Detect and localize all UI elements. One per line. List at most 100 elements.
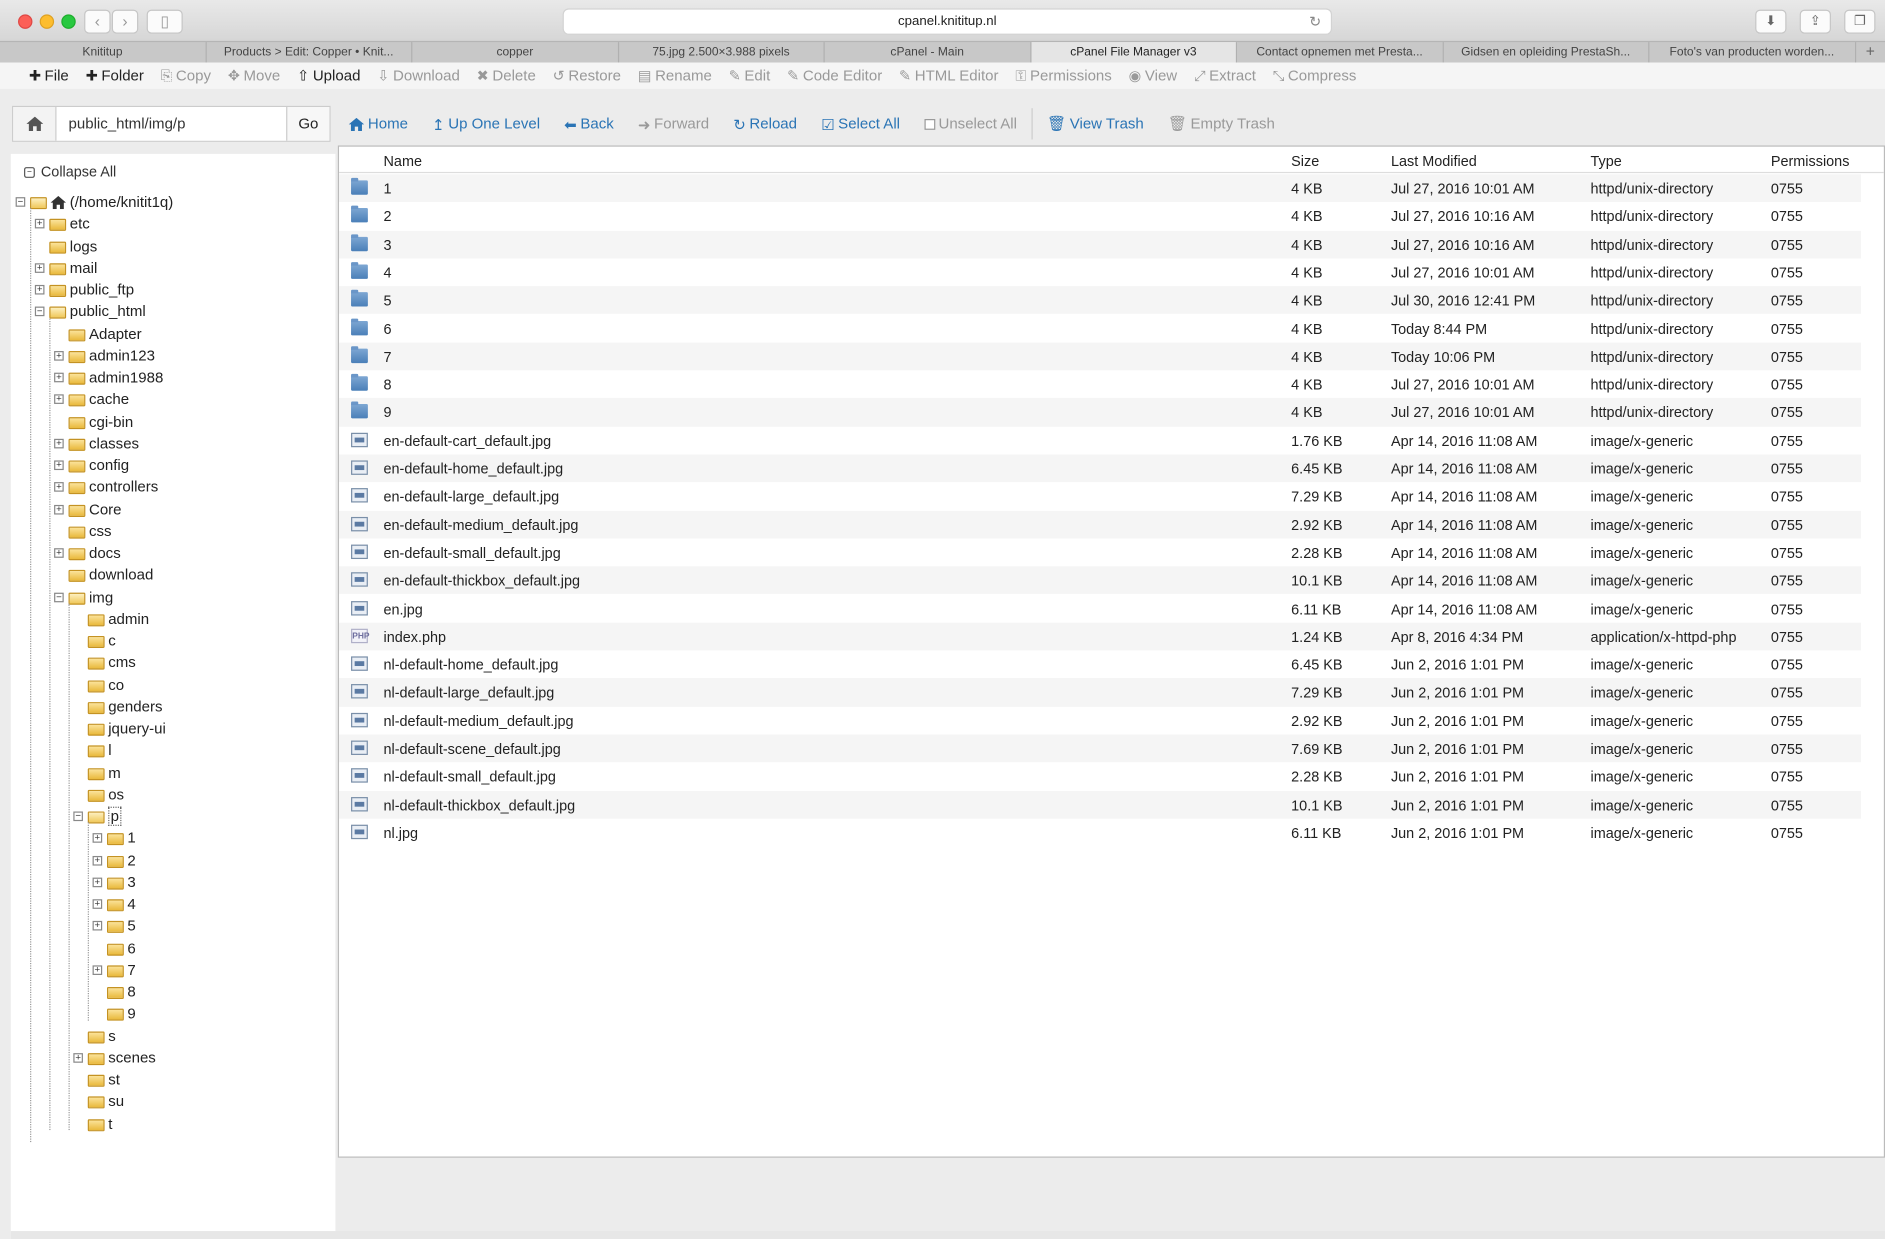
tree-folder[interactable]: + etc (34, 213, 90, 235)
tree-folder[interactable]: su (87, 1091, 124, 1113)
expand-node-icon[interactable]: + (73, 1052, 83, 1063)
tree-folder[interactable]: 8 (106, 981, 136, 1003)
table-row[interactable]: 8 4 KB Jul 27, 2016 10:01 AM httpd/unix-dir… (339, 370, 1861, 398)
tree-folder[interactable]: + public_ftp (34, 279, 134, 301)
expand-node-icon[interactable]: + (34, 284, 45, 295)
copy-button[interactable]: ⎘ Copy (161, 67, 211, 85)
table-row[interactable]: en-default-cart_default.jpg 1.76 KB Apr 14… (339, 426, 1861, 454)
browser-tab[interactable]: cPanel - Main (825, 42, 1031, 63)
expand-node-icon[interactable]: + (54, 394, 64, 405)
tree-folder[interactable]: − img (54, 586, 113, 608)
tree-folder[interactable]: st (87, 1069, 120, 1091)
address-bar[interactable]: cpanel.knititup.nl ↻ (562, 8, 1333, 35)
tree-folder[interactable]: + mail (34, 257, 97, 279)
tree-folder[interactable]: +4 (92, 893, 136, 915)
table-row[interactable]: nl-default-small_default.jpg 2.28 KB Jun 2… (339, 763, 1861, 791)
edit-button[interactable]: ✎ Edit (729, 67, 771, 84)
table-row[interactable]: 4 4 KB Jul 27, 2016 10:01 AM httpd/unix-dir… (339, 258, 1861, 286)
expand-node-icon[interactable]: + (54, 350, 64, 361)
path-input[interactable] (56, 106, 287, 141)
table-row[interactable]: nl-default-medium_default.jpg 2.92 KB Jun … (339, 707, 1861, 735)
table-row[interactable]: 5 4 KB Jul 30, 2016 12:41 PM httpd/unix-dir… (339, 286, 1862, 315)
column-type-header[interactable]: Type (1591, 153, 1622, 170)
column-permissions-header[interactable]: Permissions (1771, 153, 1850, 170)
tree-folder[interactable]: css (68, 520, 112, 542)
downloads-button[interactable]: ⬇ (1755, 9, 1787, 34)
html-editor-button[interactable]: ✎ HTML Editor (899, 67, 999, 84)
expand-node-icon[interactable]: + (34, 262, 45, 273)
tree-folder[interactable]: + admin123 (54, 345, 155, 367)
tree-folder[interactable]: os (87, 784, 124, 806)
tree-folder[interactable]: genders (87, 696, 163, 718)
empty-trash-link[interactable]: 🗑 Empty Trash (1168, 115, 1275, 133)
reload-link[interactable]: ↻ Reload (733, 115, 797, 132)
minimize-window-button[interactable] (39, 14, 55, 29)
new-tab-button[interactable]: + (1856, 42, 1885, 62)
tree-folder[interactable]: Adapter (68, 323, 142, 345)
collapse-all-button[interactable]: − Collapse All (24, 163, 116, 180)
expand-node-icon[interactable]: + (54, 372, 64, 383)
expand-node-icon[interactable]: + (92, 855, 103, 865)
browser-tab[interactable]: Contact opnemen met Presta... (1237, 42, 1444, 63)
browser-tab[interactable]: copper (412, 42, 619, 63)
table-row[interactable]: nl-default-thickbox_default.jpg 10.1 KB Ju… (339, 790, 1862, 819)
tree-folder[interactable]: s (87, 1025, 116, 1047)
tree-folder[interactable]: + admin1988 (54, 367, 163, 389)
tree-folder[interactable]: − public_html (34, 301, 146, 323)
table-row[interactable]: en-default-home_default.jpg 6.45 KB Apr 14… (339, 454, 1862, 483)
tree-folder[interactable]: m (87, 762, 121, 784)
expand-node-icon[interactable]: + (92, 921, 103, 931)
tree-folder[interactable]: +5 (92, 915, 136, 937)
tree-folder[interactable]: t (87, 1113, 112, 1135)
tree-folder[interactable]: admin (87, 608, 149, 630)
expand-node-icon[interactable]: + (54, 548, 64, 558)
select-all-link[interactable]: ☑ Select All (821, 115, 900, 132)
tree-folder[interactable]: + controllers (54, 476, 158, 498)
tree-folder[interactable]: 9 (106, 1003, 136, 1025)
tree-folder[interactable]: cgi-bin (68, 411, 133, 433)
tree-root[interactable]: − (/home/knitit1q) (15, 191, 173, 213)
table-row[interactable]: en.jpg 6.11 KB Apr 14, 2016 11:08 AM image/… (339, 594, 1861, 622)
expand-node-icon[interactable]: + (54, 460, 64, 471)
table-row[interactable]: 9 4 KB Jul 27, 2016 10:01 AM httpd/unix-dir… (339, 398, 1862, 427)
column-size-header[interactable]: Size (1291, 153, 1319, 170)
tree-folder[interactable]: + config (54, 454, 129, 476)
table-row[interactable]: en-default-small_default.jpg 2.28 KB Apr 1… (339, 538, 1861, 566)
tree-folder[interactable]: +1 (92, 827, 136, 849)
table-row[interactable]: en-default-medium_default.jpg 2.92 KB Apr … (339, 510, 1862, 539)
unselect-all-link[interactable]: Unselect All (924, 115, 1017, 132)
tree-folder[interactable]: download (68, 564, 153, 586)
tree-folder[interactable]: +2 (92, 849, 136, 871)
move-button[interactable]: ✥ Move (228, 67, 280, 84)
column-name-header[interactable]: Name (384, 153, 422, 170)
tree-folder[interactable]: − p (73, 805, 122, 827)
tree-folder[interactable]: +3 (92, 871, 136, 893)
back-link[interactable]: ⬅ Back (564, 115, 614, 132)
collapse-node-icon[interactable]: − (34, 306, 45, 317)
delete-button[interactable]: ✖ Delete (477, 67, 536, 84)
restore-button[interactable]: ↺ Restore (553, 67, 621, 84)
tree-folder[interactable]: +7 (92, 959, 136, 981)
compress-button[interactable]: ⤡ Compress (1273, 67, 1357, 85)
tree-folder[interactable]: + docs (54, 542, 121, 564)
home-link[interactable]: Home (348, 115, 408, 132)
forward-link[interactable]: ➜ Forward (638, 115, 709, 132)
browser-back-button[interactable]: ‹ (84, 9, 111, 34)
collapse-node-icon[interactable]: − (73, 811, 83, 822)
share-button[interactable]: ⇪ (1799, 9, 1831, 34)
extract-button[interactable]: ⤢ Extract (1194, 67, 1256, 85)
tab-overview-button[interactable]: ❐ (1844, 9, 1876, 34)
download-button[interactable]: ⇩ Download (377, 67, 460, 84)
expand-node-icon[interactable]: + (92, 877, 103, 887)
table-row[interactable]: 6 4 KB Today 8:44 PM httpd/unix-directory 07… (339, 314, 1861, 342)
permissions-button[interactable]: ⚿ Permissions (1015, 67, 1111, 85)
tree-folder[interactable]: logs (49, 235, 97, 257)
expand-node-icon[interactable]: + (92, 833, 103, 844)
table-row[interactable]: nl-default-scene_default.jpg 7.69 KB Jun 2… (339, 734, 1862, 763)
table-row[interactable]: 1 4 KB Jul 27, 2016 10:01 AM httpd/unix-dir… (339, 174, 1862, 203)
expand-node-icon[interactable]: + (92, 899, 103, 909)
table-row[interactable]: 2 4 KB Jul 27, 2016 10:16 AM httpd/unix-dir… (339, 202, 1861, 230)
tree-folder[interactable]: cms (87, 652, 136, 674)
browser-tab[interactable]: 75.jpg 2.500×3.988 pixels (619, 42, 825, 63)
code-editor-button[interactable]: ✎ Code Editor (787, 67, 882, 84)
